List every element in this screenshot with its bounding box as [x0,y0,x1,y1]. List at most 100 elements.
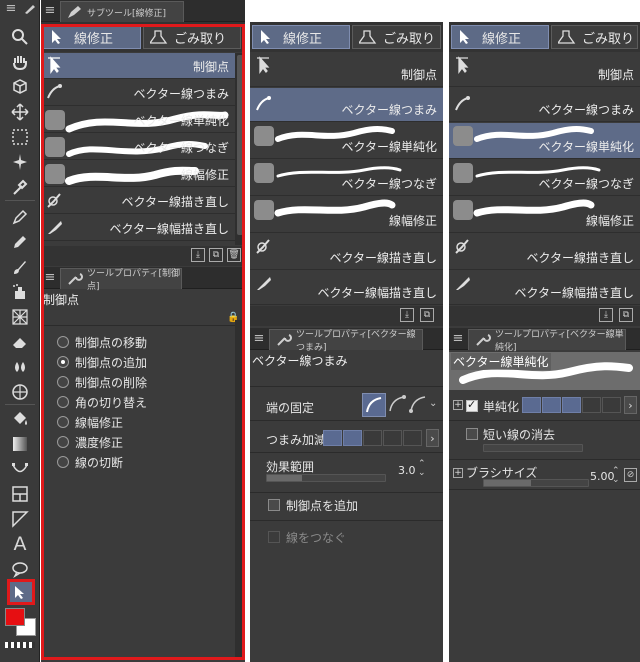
group-line-fix-button[interactable]: 線修正 [252,25,350,49]
tab-sub-tool[interactable]: サブツール[線修正] [60,1,184,22]
list-item[interactable]: 線幅修正 [449,197,640,233]
group-line-fix-button[interactable]: 線修正 [451,25,549,49]
simplify-checkbox[interactable] [466,398,478,412]
expand-icon[interactable]: + [453,468,463,478]
end-fix-end-button[interactable] [408,393,428,417]
short-erase-slider[interactable] [483,444,583,452]
radio-add-point[interactable] [57,356,69,368]
airbrush-icon[interactable] [5,280,35,304]
simplify-level-4[interactable] [582,397,601,413]
trash-icon[interactable]: 🗑 [227,248,241,262]
list-item[interactable]: ベクター線描き直し [449,234,640,270]
selection-icon[interactable] [5,125,35,149]
pinch-level-4[interactable] [383,430,402,446]
simplify-next-button[interactable]: › [624,396,637,414]
tab-tool-property[interactable]: ツールプロパティ[ベクター線つまみ] [269,329,423,353]
eyedropper-icon[interactable] [5,175,35,199]
group-dust-button[interactable]: ごみ取り [352,25,441,49]
list-item[interactable]: ベクター線つまみ [250,88,443,122]
radio-cut-line[interactable] [57,456,69,468]
ruler-icon[interactable] [5,507,35,531]
pinch-level-5[interactable] [403,430,422,446]
eraser-icon[interactable] [5,330,35,354]
scrollbar-thumb[interactable] [237,55,243,235]
blend-icon[interactable] [5,355,35,379]
copy-subtool-icon[interactable]: ⤓ [191,248,205,262]
end-fix-start-button[interactable] [387,393,407,417]
simplify-level-1[interactable] [522,397,541,413]
magic-wand-icon[interactable] [5,150,35,174]
radio-delete-point[interactable] [57,376,69,388]
radio-move-point[interactable] [57,336,69,348]
figure-icon[interactable] [5,380,35,404]
list-item[interactable]: ベクター線つなぎ [41,134,235,160]
property-scrollbar[interactable] [235,320,245,660]
list-item[interactable]: ベクター線単純化 [41,107,235,133]
radio-density[interactable] [57,436,69,448]
pinch-level-1[interactable] [323,430,342,446]
list-item[interactable]: ベクター線つなぎ [449,160,640,196]
list-item[interactable]: 線幅修正 [41,161,235,187]
list-item[interactable]: ベクター線描き直し [250,234,443,270]
text-icon[interactable]: A [5,532,35,556]
list-item[interactable]: ベクター線描き直し [41,188,235,214]
duplicate-subtool-icon[interactable]: ⧉ [209,248,223,262]
duplicate-subtool-icon[interactable]: ⧉ [420,308,434,322]
pinch-level-2[interactable] [343,430,362,446]
list-item[interactable]: 線幅修正 [250,197,443,233]
balloon-icon[interactable] [5,557,35,581]
gradient-icon[interactable] [5,432,35,456]
add-point-checkbox[interactable] [268,499,280,511]
frame-icon[interactable] [5,482,35,506]
hand-icon[interactable] [5,50,35,74]
menu-icon[interactable]: ≡ [43,271,57,285]
fill-icon[interactable] [5,407,35,431]
pressure-icon[interactable]: ⊘ [624,468,637,482]
decoration-icon[interactable] [5,305,35,329]
expand-icon[interactable]: + [453,400,463,410]
stepper-icon[interactable]: ⌃ ⌄ [418,460,426,478]
group-line-fix-button[interactable]: 線修正 [43,25,141,49]
range-slider[interactable] [266,474,386,482]
list-scrollbar[interactable] [235,53,245,245]
list-item[interactable]: ベクター線単純化 [250,123,443,159]
object-icon[interactable] [5,75,35,99]
menu-icon[interactable]: ≡ [451,332,465,346]
list-item[interactable]: ベクター線つなぎ [250,160,443,196]
simplify-level-5[interactable] [602,397,621,413]
simplify-level-2[interactable] [542,397,561,413]
list-item[interactable]: 制御点 [449,53,640,87]
zoom-icon[interactable] [5,25,35,49]
menu-icon[interactable]: ≡ [4,2,18,16]
line-icon[interactable] [5,457,35,481]
list-item[interactable]: ベクター線単純化 [449,123,640,159]
brush-size-slider[interactable] [483,479,589,487]
pencil-icon[interactable] [5,230,35,254]
pinch-level-3[interactable] [363,430,382,446]
list-item[interactable]: 制御点 [250,53,443,87]
menu-icon[interactable]: ≡ [43,4,57,18]
foreground-color-swatch[interactable] [5,608,25,626]
tab-tool-property[interactable]: ツールプロパティ[ベクター線単純化] [468,329,626,353]
move-icon[interactable] [5,100,35,124]
list-item[interactable]: ベクター線幅描き直し [449,271,640,305]
chevron-down-icon[interactable]: ⌄ [429,398,437,409]
radio-line-width[interactable] [57,416,69,428]
transparent-color-swatch[interactable] [5,642,35,648]
stepper-icon[interactable]: ⌃ ⌄ [612,467,620,485]
menu-icon[interactable]: ≡ [252,332,266,346]
short-erase-checkbox[interactable] [466,428,478,440]
brush-icon[interactable] [5,255,35,279]
pen-icon[interactable] [5,205,35,229]
copy-subtool-icon[interactable]: ⤓ [599,308,613,322]
duplicate-subtool-icon[interactable]: ⧉ [619,308,633,322]
correct-line-icon[interactable] [7,579,35,605]
group-dust-button[interactable]: ごみ取り [551,25,638,49]
group-dust-button[interactable]: ごみ取り [143,25,241,49]
list-item[interactable]: ベクター線つまみ [41,80,235,106]
list-item[interactable]: 制御点 [41,53,235,79]
simplify-level-3[interactable] [562,397,581,413]
join-line-checkbox[interactable] [268,531,280,543]
end-fix-both-button[interactable] [362,393,386,417]
list-item[interactable]: ベクター線つまみ [449,88,640,122]
